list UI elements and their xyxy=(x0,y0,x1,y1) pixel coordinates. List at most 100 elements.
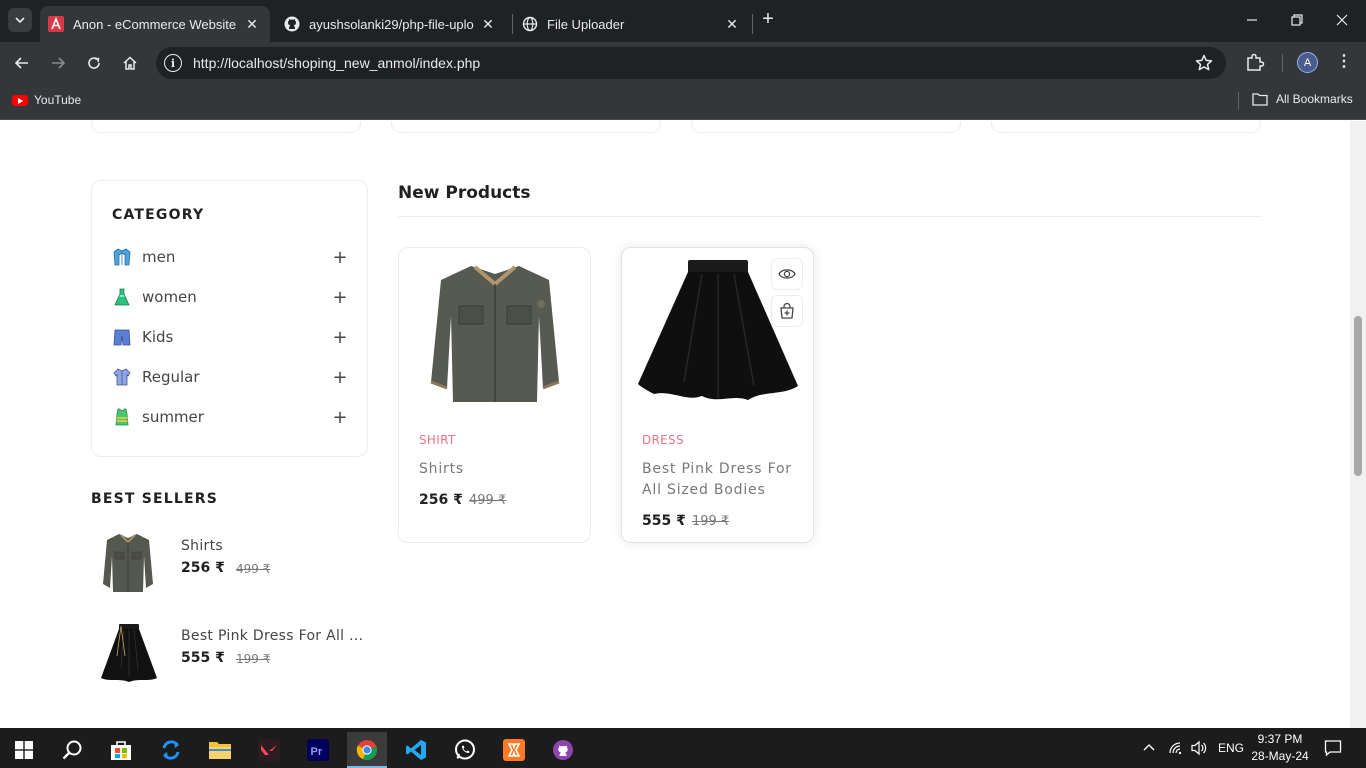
bookmarks-bar: YouTube xyxy=(0,84,1366,120)
tab-anon[interactable]: Anon - eCommerce Website ✕ xyxy=(40,6,270,42)
show-hidden-icons-button[interactable] xyxy=(1142,728,1156,768)
product-price: 555 ₹ xyxy=(181,650,225,666)
taskbar-whatsapp[interactable] xyxy=(445,732,485,768)
quick-view-button[interactable] xyxy=(771,258,803,290)
expand-plus-icon[interactable]: + xyxy=(332,287,348,308)
globe-icon xyxy=(522,16,538,32)
url-text: http://localhost/shoping_new_anmol/index… xyxy=(193,55,481,71)
close-tab-icon[interactable]: ✕ xyxy=(480,16,496,32)
input-language[interactable]: ENG xyxy=(1218,728,1244,768)
taskbar-file-explorer[interactable] xyxy=(200,732,240,768)
sync-icon xyxy=(162,740,180,760)
category-label: men xyxy=(142,248,176,266)
new-tab-button[interactable]: + xyxy=(758,9,778,30)
all-bookmarks-button[interactable]: All Bookmarks xyxy=(1252,92,1353,106)
taskbar-github-desktop[interactable] xyxy=(543,732,583,768)
tab-separator xyxy=(752,14,753,34)
dress-product-thumbnail[interactable] xyxy=(91,616,166,691)
more-menu-icon[interactable]: ⋮ xyxy=(1334,52,1354,72)
tab-search-button[interactable] xyxy=(8,8,32,32)
taskbar-clock[interactable]: 9:37 PM 28-May-24 xyxy=(1246,731,1314,765)
shirt-product-image[interactable] xyxy=(409,254,582,416)
product-card[interactable]: DRESS Best Pink Dress For All Sized Bodi… xyxy=(621,247,814,543)
close-tab-icon[interactable]: ✕ xyxy=(724,16,740,32)
add-to-cart-button[interactable] xyxy=(771,295,803,327)
expand-plus-icon[interactable]: + xyxy=(332,407,348,428)
best-sellers-title: BEST SELLERS xyxy=(91,491,219,507)
home-button[interactable] xyxy=(118,51,142,75)
category-item-kids[interactable]: Kids + xyxy=(112,325,348,349)
product-old-price: 199 ₹ xyxy=(692,514,730,529)
speaker-icon xyxy=(1191,740,1207,756)
taskbar-xampp[interactable] xyxy=(494,732,534,768)
product-old-price: 499 ₹ xyxy=(469,493,507,508)
folder-icon xyxy=(209,742,231,759)
clock-date: 28-May-24 xyxy=(1251,749,1309,763)
notification-center-button[interactable] xyxy=(1324,728,1342,768)
category-item-summer[interactable]: summer + xyxy=(112,405,348,429)
product-name[interactable]: Best Pink Dress For All Sized Bodies xyxy=(642,459,802,501)
product-price: 555 ₹ xyxy=(642,513,686,529)
start-button[interactable] xyxy=(4,732,44,768)
anon-logo-icon xyxy=(48,16,64,32)
card-stub xyxy=(991,121,1261,133)
wifi-icon xyxy=(1169,742,1182,755)
back-button[interactable] xyxy=(10,51,34,75)
expand-plus-icon[interactable]: + xyxy=(332,367,348,388)
bookmark-label: YouTube xyxy=(34,93,82,107)
close-window-button[interactable] xyxy=(1330,8,1354,32)
arrow-left-icon xyxy=(14,57,28,69)
minimize-icon xyxy=(1247,19,1257,21)
bookmark-youtube[interactable]: YouTube xyxy=(12,93,81,107)
best-seller-item[interactable]: Shirts 256 ₹ 499 ₹ xyxy=(91,526,371,606)
best-seller-item[interactable]: Best Pink Dress For All ... 555 ₹ 199 ₹ xyxy=(91,616,371,696)
scrollbar-thumb[interactable] xyxy=(1354,316,1362,476)
taskbar-sync[interactable] xyxy=(151,732,191,768)
address-bar[interactable]: i http://localhost/shoping_new_anmol/ind… xyxy=(156,47,1226,79)
tab-separator xyxy=(512,14,513,34)
expand-plus-icon[interactable]: + xyxy=(332,247,348,268)
bookmark-star-icon[interactable] xyxy=(1194,53,1214,73)
taskbar-chrome[interactable] xyxy=(347,732,387,768)
category-item-women[interactable]: women + xyxy=(112,285,348,309)
product-name[interactable]: Shirts xyxy=(181,538,366,554)
reload-button[interactable] xyxy=(82,51,106,75)
product-category[interactable]: SHIRT xyxy=(419,433,455,447)
card-stub xyxy=(91,121,361,133)
category-item-men[interactable]: men + xyxy=(112,245,348,269)
shirt-product-thumbnail[interactable] xyxy=(91,526,166,601)
extensions-puzzle-icon[interactable] xyxy=(1244,51,1266,73)
taskbar-store[interactable] xyxy=(101,732,141,768)
product-old-price: 199 ₹ xyxy=(236,652,271,666)
tab-file-uploader[interactable]: File Uploader ✕ xyxy=(514,6,750,42)
close-icon xyxy=(1336,14,1348,26)
product-name[interactable]: Best Pink Dress For All ... xyxy=(181,628,366,644)
tab-github[interactable]: ayushsolanki29/php-file-upload ✕ xyxy=(276,6,506,42)
product-name[interactable]: Shirts xyxy=(419,459,579,480)
product-card[interactable]: SHIRT Shirts 256 ₹ 499 ₹ xyxy=(398,247,591,543)
restore-button[interactable] xyxy=(1285,8,1309,32)
profile-avatar[interactable]: A xyxy=(1297,52,1318,73)
minimize-button[interactable] xyxy=(1240,8,1264,32)
page-scrollbar[interactable] xyxy=(1350,121,1366,728)
category-label: women xyxy=(142,288,197,306)
forward-button[interactable] xyxy=(46,51,70,75)
product-category[interactable]: DRESS xyxy=(642,433,684,447)
taskbar-premiere[interactable]: Pr xyxy=(298,732,338,768)
search-button[interactable] xyxy=(52,732,92,768)
svg-text:Pr: Pr xyxy=(311,746,323,758)
network-status[interactable] xyxy=(1168,728,1186,768)
category-label: Kids xyxy=(142,328,174,346)
folder-icon xyxy=(1252,93,1268,106)
site-info-icon[interactable]: i xyxy=(164,54,182,72)
tab-title: ayushsolanki29/php-file-upload xyxy=(309,16,474,32)
category-item-regular[interactable]: Regular + xyxy=(112,365,348,389)
category-label: Regular xyxy=(142,368,200,386)
volume-control[interactable] xyxy=(1191,728,1209,768)
taskbar-vscode[interactable] xyxy=(396,732,436,768)
expand-plus-icon[interactable]: + xyxy=(332,327,348,348)
youtube-icon xyxy=(12,94,28,106)
taskbar-valorant[interactable] xyxy=(249,732,289,768)
close-tab-icon[interactable]: ✕ xyxy=(244,16,260,32)
all-bookmarks-label: All Bookmarks xyxy=(1276,92,1353,106)
